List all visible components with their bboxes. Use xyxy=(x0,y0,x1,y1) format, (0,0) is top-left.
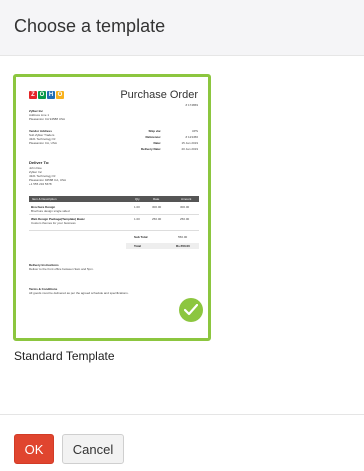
dialog-title: Choose a template xyxy=(14,16,166,36)
zoho-logo: Z O H O xyxy=(29,91,64,99)
dialog-header: Choose a template xyxy=(0,0,364,56)
footer-divider xyxy=(0,414,364,415)
preview-deliver-heading: Deliver To: xyxy=(29,160,50,165)
preview-number: # 174869 xyxy=(185,103,198,107)
preview-table-header: Item & Description Qty Rate Amount xyxy=(29,196,199,202)
template-name-label: Standard Template xyxy=(14,349,115,363)
template-preview: Z O H O Purchase Order # 174869 Zylker I… xyxy=(26,83,202,333)
selected-check-icon xyxy=(179,298,203,322)
preview-title: Purchase Order xyxy=(120,89,198,101)
ok-button[interactable]: OK xyxy=(14,434,54,464)
cancel-button[interactable]: Cancel xyxy=(62,434,124,464)
